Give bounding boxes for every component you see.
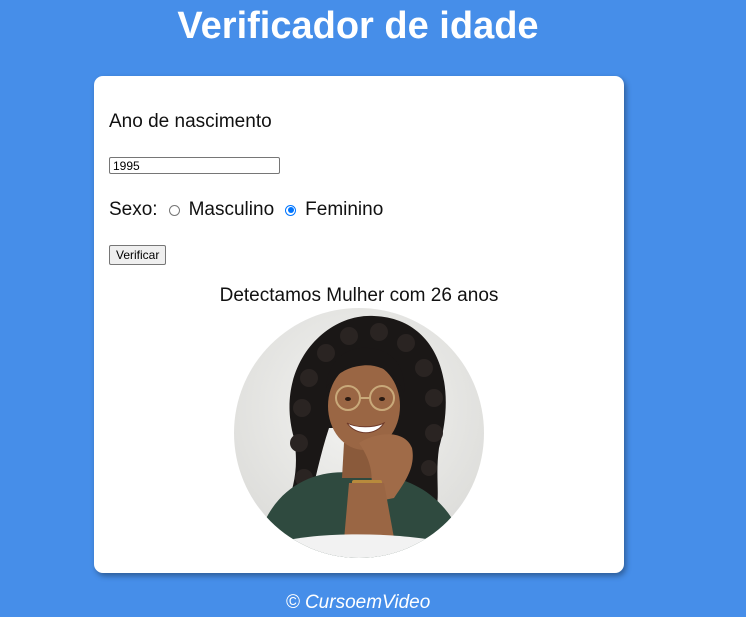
radio-masculino-label[interactable]: Masculino (189, 199, 275, 221)
page-title: Verificador de idade (177, 5, 539, 47)
radio-feminino[interactable] (285, 204, 297, 216)
result-text: Detectamos Mulher com 26 anos (219, 285, 499, 306)
radio-masculino[interactable] (168, 204, 180, 216)
footer-copyright: © CursoemVideo (285, 592, 431, 613)
sex-row: Sexo: Masculino Feminino (109, 198, 383, 222)
verify-button[interactable]: Verificar (109, 245, 167, 265)
birth-year-input[interactable] (109, 157, 280, 174)
form-card: Ano de nascimento Sexo: Masculino Femini… (94, 76, 624, 573)
woman-portrait-photo (234, 308, 484, 558)
radio-feminino-label[interactable]: Feminino (305, 199, 383, 221)
sex-label: Sexo: (109, 199, 158, 220)
birth-year-label: Ano de nascimento (109, 111, 272, 132)
page: Verificador de idade Ano de nascimento S… (0, 0, 746, 617)
woman-portrait-icon (234, 308, 484, 558)
